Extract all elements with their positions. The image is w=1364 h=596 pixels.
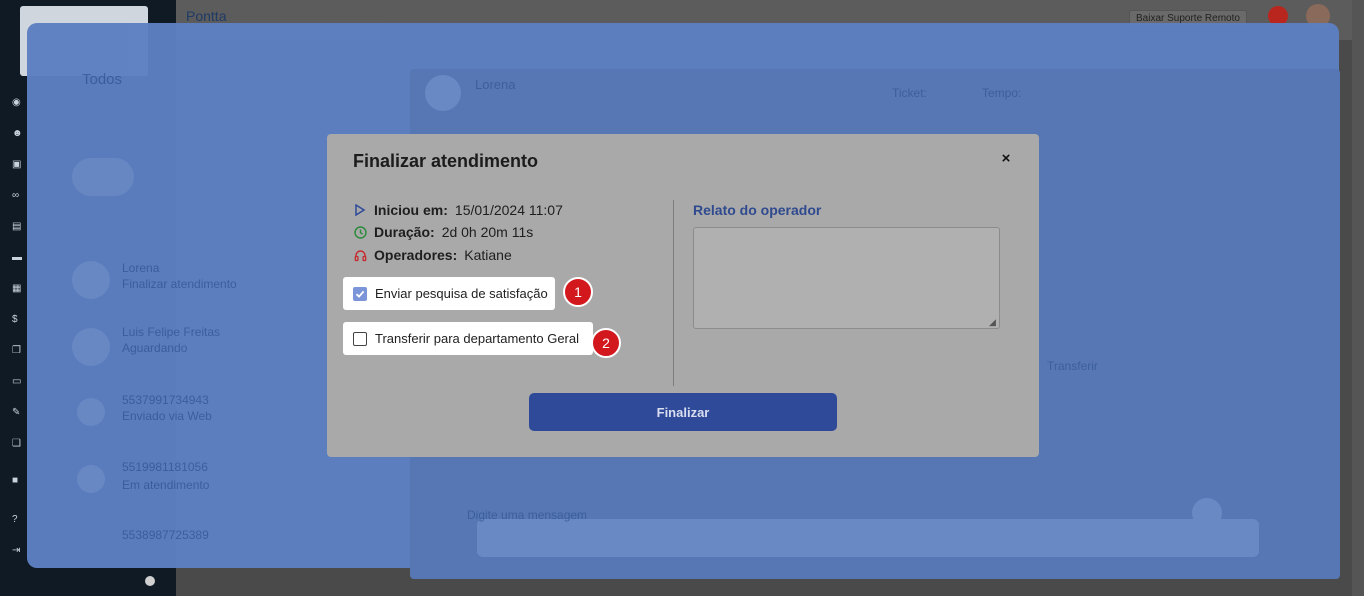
list-item-name[interactable]: Luis Felipe Freitas bbox=[122, 325, 220, 339]
resize-handle-icon[interactable]: ◢ bbox=[989, 318, 998, 327]
list-item-name[interactable]: 5519981181056 bbox=[122, 460, 208, 474]
users-icon[interactable]: ☻ bbox=[12, 129, 24, 139]
headset-icon bbox=[353, 248, 367, 262]
dashboard-icon[interactable]: ◉ bbox=[12, 98, 24, 108]
avatar bbox=[77, 398, 105, 426]
relato-label: Relato do operador bbox=[693, 202, 822, 218]
tempo-label: Tempo: bbox=[982, 86, 1022, 100]
duracao-row: Duração: 2d 0h 20m 11s bbox=[353, 223, 533, 241]
briefcase-icon[interactable]: ▦ bbox=[12, 284, 24, 294]
operadores-value: Katiane bbox=[464, 247, 512, 263]
step-badge-1: 1 bbox=[563, 277, 593, 307]
operadores-label: Operadores: bbox=[374, 247, 458, 263]
duracao-value: 2d 0h 20m 11s bbox=[441, 224, 534, 240]
relato-textarea[interactable] bbox=[693, 227, 1000, 329]
basket-icon[interactable]: ▤ bbox=[12, 222, 24, 232]
inicio-value: 15/01/2024 11:07 bbox=[454, 202, 563, 218]
inicio-label: Iniciou em: bbox=[374, 202, 448, 218]
card-icon[interactable]: ▬ bbox=[12, 253, 24, 263]
pesquisa-satisfacao-checkbox[interactable]: Enviar pesquisa de satisfação bbox=[343, 277, 555, 310]
copy-icon[interactable]: ❐ bbox=[12, 346, 24, 356]
send-icon[interactable] bbox=[1192, 498, 1222, 528]
avatar bbox=[72, 261, 110, 299]
modal-title: Finalizar atendimento bbox=[353, 151, 539, 171]
link-icon[interactable]: ∞ bbox=[12, 191, 24, 201]
contact-avatar bbox=[425, 75, 461, 111]
list-item-name[interactable]: Lorena bbox=[122, 261, 159, 275]
transferir-label[interactable]: Transferir bbox=[1047, 359, 1098, 373]
finalizar-atendimento-modal: Finalizar atendimento × Iniciou em: 15/0… bbox=[327, 134, 1039, 457]
finalizar-button[interactable]: Finalizar bbox=[529, 393, 837, 431]
avatar bbox=[72, 328, 110, 366]
logout-icon[interactable]: ⇥ bbox=[12, 546, 24, 556]
video-icon[interactable]: ▭ bbox=[12, 377, 24, 387]
avatar bbox=[77, 465, 105, 493]
message-input[interactable] bbox=[477, 519, 1259, 557]
duracao-label: Duração: bbox=[374, 224, 435, 240]
list-item-preview: Enviado via Web bbox=[122, 409, 212, 423]
help-icon[interactable]: ? bbox=[12, 515, 24, 525]
ghost-tab bbox=[72, 158, 134, 196]
column-divider bbox=[673, 200, 674, 386]
transferir-departamento-label[interactable]: Transferir para departamento Geral bbox=[375, 331, 579, 346]
list-item-preview: Finalizar atendimento bbox=[122, 277, 237, 291]
checkbox-unchecked[interactable] bbox=[353, 331, 367, 346]
info-icon[interactable] bbox=[145, 576, 155, 586]
edit-icon[interactable]: ✎ bbox=[12, 408, 24, 418]
list-item-name[interactable]: 5538987725389 bbox=[122, 528, 209, 542]
message-placeholder: Digite uma mensagem bbox=[467, 508, 588, 522]
inicio-row: Iniciou em: 15/01/2024 11:07 bbox=[353, 201, 563, 219]
cart-icon[interactable]: ▣ bbox=[12, 160, 24, 170]
checkbox-checked[interactable] bbox=[353, 286, 367, 301]
clock-icon bbox=[353, 225, 367, 239]
list-item-name[interactable]: 5537991734943 bbox=[122, 393, 209, 407]
list-filter[interactable]: Todos bbox=[82, 71, 122, 88]
ticket-label: Ticket: bbox=[892, 86, 927, 100]
close-icon[interactable]: × bbox=[999, 151, 1013, 167]
transferir-departamento-checkbox[interactable]: Transferir para departamento Geral bbox=[343, 322, 593, 355]
dollar-icon[interactable]: $ bbox=[12, 315, 24, 325]
chat-icon[interactable]: ❑ bbox=[12, 439, 24, 449]
brand-name: Pontta bbox=[186, 8, 227, 24]
list-item-preview: Em atendimento bbox=[122, 478, 210, 492]
page-scrollbar[interactable] bbox=[1352, 0, 1364, 596]
operadores-row: Operadores: Katiane bbox=[353, 246, 512, 264]
gift-icon[interactable]: ■ bbox=[12, 476, 24, 486]
step-badge-2: 2 bbox=[591, 328, 621, 358]
play-triangle-icon bbox=[353, 203, 367, 217]
pesquisa-satisfacao-label[interactable]: Enviar pesquisa de satisfação bbox=[375, 286, 548, 301]
contact-name: Lorena bbox=[475, 77, 516, 92]
list-item-preview: Aguardando bbox=[122, 341, 188, 355]
